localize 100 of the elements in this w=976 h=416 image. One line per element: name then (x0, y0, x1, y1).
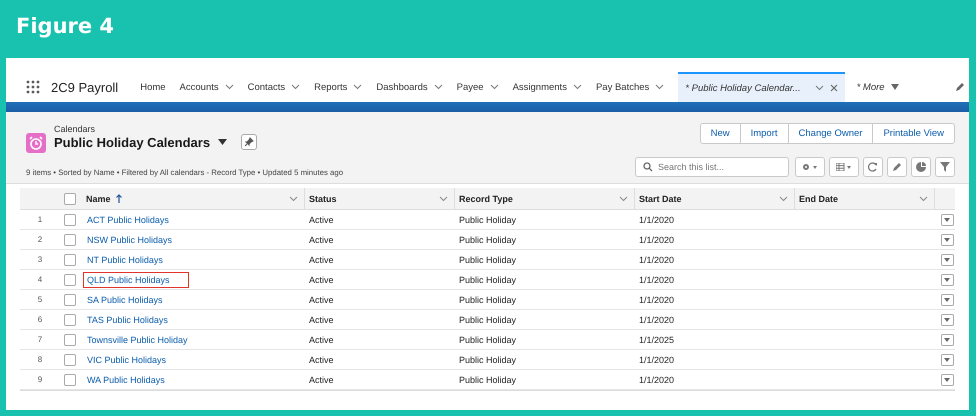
refresh-icon (868, 162, 878, 172)
caret-icon (944, 358, 950, 362)
row-actions-button[interactable] (940, 374, 954, 386)
row-actions-button[interactable] (940, 294, 954, 306)
row-actions-button[interactable] (940, 354, 954, 366)
pencil-icon[interactable] (955, 82, 965, 92)
caret-icon[interactable] (218, 139, 228, 145)
chevron-down-icon[interactable] (291, 84, 300, 90)
record-link[interactable]: QLD Public Holidays (83, 272, 189, 288)
chevron-down-icon[interactable] (434, 84, 443, 90)
chevron-down-icon[interactable] (224, 84, 234, 90)
nav-item[interactable]: Accounts (180, 82, 219, 92)
column-header[interactable]: Name (82, 188, 305, 209)
row-number: 5 (38, 295, 42, 304)
nav-item[interactable]: Contacts (248, 82, 286, 92)
action-button[interactable]: Change Owner (788, 123, 874, 144)
search-icon (643, 162, 653, 172)
record-link[interactable]: SA Public Holidays (83, 292, 167, 306)
row-checkbox[interactable] (64, 274, 76, 286)
row-checkbox[interactable] (64, 234, 76, 246)
more-menu[interactable]: * More (856, 82, 885, 92)
column-header[interactable]: Record Type (455, 188, 635, 209)
row-actions-button[interactable] (940, 234, 954, 246)
nav-item[interactable]: Dashboards (376, 82, 428, 92)
app-name: 2C9 Payroll (51, 80, 118, 94)
chart-button[interactable] (911, 157, 931, 177)
action-button[interactable]: Import (740, 123, 789, 144)
row-checkbox[interactable] (64, 374, 76, 386)
table-cell: Active (309, 354, 334, 364)
chevron-down-icon[interactable] (619, 196, 628, 202)
chevron-down-icon[interactable] (814, 85, 824, 91)
nav-item[interactable]: Assignments (512, 82, 567, 92)
chevron-down-icon[interactable] (439, 196, 448, 202)
table-cell: 1/1/2020 (639, 354, 674, 364)
table-cell: Public Holiday (459, 314, 516, 324)
row-actions-button[interactable] (940, 214, 954, 226)
row-number: 4 (38, 275, 42, 284)
row-checkbox[interactable] (64, 314, 76, 326)
table-cell: 1/1/2020 (639, 294, 674, 304)
caret-icon[interactable] (890, 84, 899, 90)
nav-item[interactable]: Home (140, 82, 166, 92)
pin-button[interactable] (241, 134, 258, 150)
edit-button[interactable] (887, 157, 907, 177)
nav-tab[interactable]: * Public Holiday Calendar... (678, 72, 845, 102)
chevron-down-icon[interactable] (919, 196, 928, 202)
chevron-down-icon[interactable] (572, 84, 582, 90)
caret-icon (944, 298, 950, 302)
sort-arrow-icon (116, 194, 122, 203)
row-checkbox[interactable] (64, 254, 76, 266)
table-cell: Active (309, 294, 334, 304)
chevron-down-icon[interactable] (353, 84, 362, 90)
column-header[interactable]: End Date (795, 188, 935, 209)
nav-item[interactable]: Payee (456, 82, 484, 92)
chevron-down-icon[interactable] (779, 196, 788, 202)
nav-item[interactable]: Pay Batches (596, 82, 650, 92)
table-cell: Public Holiday (459, 254, 516, 264)
table-cell: Public Holiday (459, 234, 516, 244)
row-checkbox[interactable] (64, 334, 76, 346)
table-cell: Active (309, 274, 334, 284)
alarm-clock-icon (26, 133, 46, 153)
record-link[interactable]: NT Public Holidays (83, 252, 167, 266)
table-cell: 1/1/2020 (639, 234, 674, 244)
search-field[interactable]: Search this list... (635, 157, 789, 177)
action-button[interactable]: New (700, 123, 741, 144)
row-checkbox[interactable] (64, 214, 76, 226)
record-link[interactable]: WA Public Holidays (83, 372, 169, 386)
chevron-down-icon[interactable] (289, 196, 298, 202)
table-cell: Public Holiday (459, 274, 516, 284)
row-checkbox[interactable] (64, 354, 76, 366)
app-launcher-icon[interactable] (26, 80, 40, 94)
caret-icon (944, 258, 950, 262)
tab-label: * Public Holiday Calendar... (685, 82, 801, 94)
nav-item[interactable]: Reports (314, 82, 348, 92)
record-link[interactable]: Townsville Public Holiday (83, 332, 192, 346)
column-header[interactable]: Start Date (635, 188, 795, 209)
row-checkbox[interactable] (64, 294, 76, 306)
record-link[interactable]: NSW Public Holidays (83, 232, 176, 246)
filter-button[interactable] (935, 157, 955, 177)
record-link[interactable]: TAS Public Holidays (83, 312, 172, 326)
table-cell: Active (309, 334, 334, 344)
refresh-button[interactable] (863, 157, 883, 177)
close-icon[interactable] (830, 84, 838, 92)
table-cell: Public Holiday (459, 334, 516, 344)
row-actions-button[interactable] (940, 274, 954, 286)
column-header[interactable]: Status (305, 188, 455, 209)
row-number: 9 (38, 375, 42, 384)
table-cell: Active (309, 254, 334, 264)
row-actions-button[interactable] (940, 334, 954, 346)
action-button[interactable]: Printable View (872, 123, 955, 144)
record-link[interactable]: VIC Public Holidays (83, 352, 170, 366)
chevron-down-icon[interactable] (490, 84, 499, 90)
table-view-button[interactable] (829, 157, 859, 177)
table-cell: 1/1/2020 (639, 274, 674, 284)
row-actions-button[interactable] (940, 314, 954, 326)
table-cell: Active (309, 234, 334, 244)
settings-button[interactable] (795, 157, 825, 177)
record-link[interactable]: ACT Public Holidays (83, 212, 173, 226)
select-all-checkbox[interactable] (64, 192, 76, 204)
row-actions-button[interactable] (940, 254, 954, 266)
chevron-down-icon[interactable] (655, 84, 664, 90)
